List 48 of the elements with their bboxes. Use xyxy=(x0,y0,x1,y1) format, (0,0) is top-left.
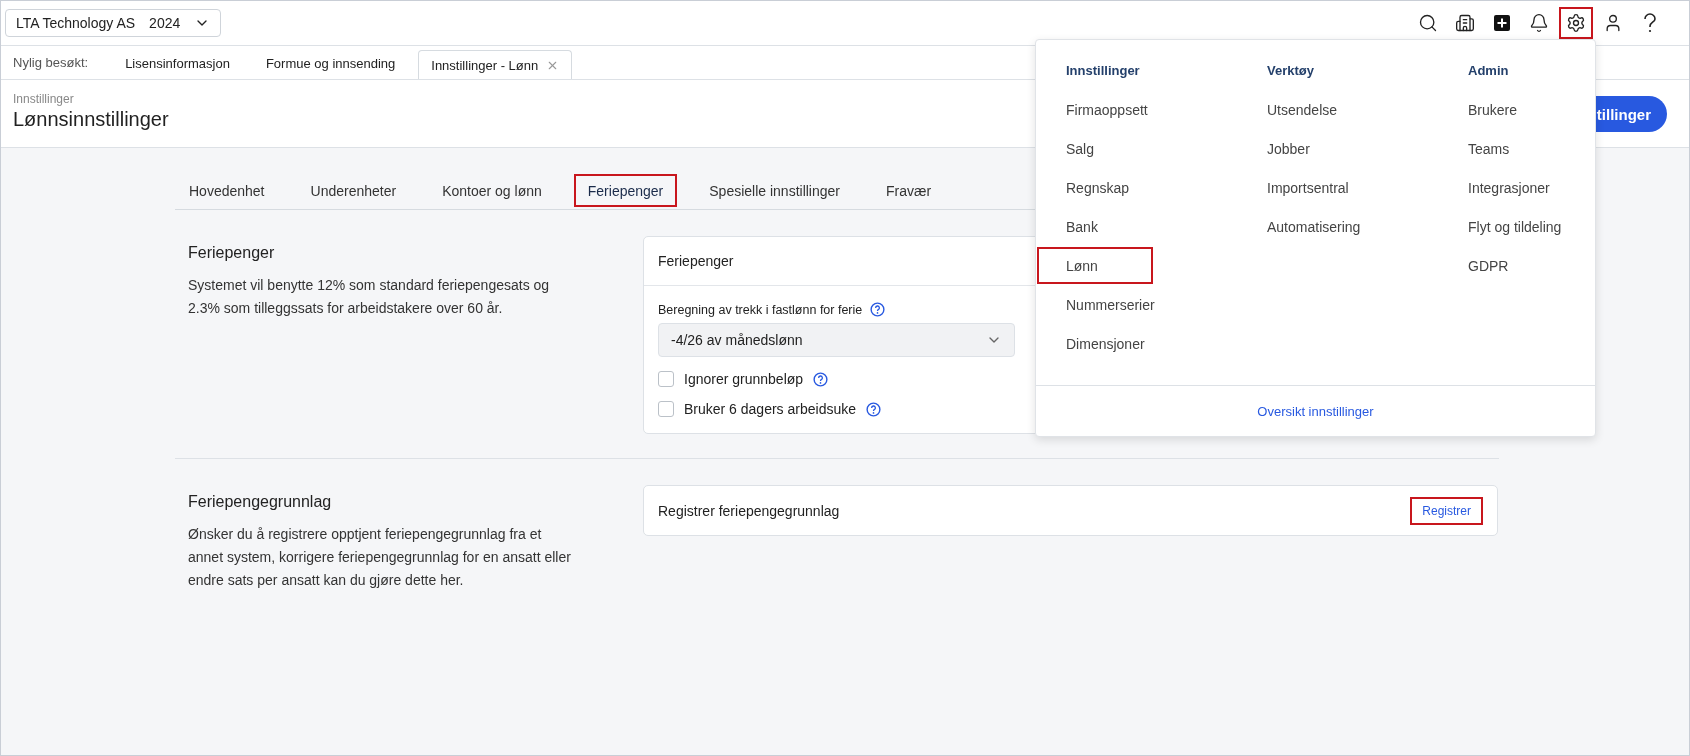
breadcrumb: Innstillinger xyxy=(13,92,75,106)
tab[interactable]: Spesielle innstillinger xyxy=(695,174,854,207)
section-heading: Feriepenger xyxy=(188,244,276,262)
recent-tab[interactable]: Innstillinger - Lønn xyxy=(418,50,573,79)
building-icon xyxy=(1455,13,1475,33)
settings-button[interactable] xyxy=(1559,7,1593,39)
menu-item[interactable]: Nummerserier xyxy=(1037,286,1165,323)
field-label: Beregning av trekk i fastlønn for ferie xyxy=(658,302,863,317)
menu-item[interactable]: Lønn xyxy=(1037,247,1153,284)
menu-item[interactable]: Utsendelse xyxy=(1238,91,1354,128)
bell-icon xyxy=(1529,13,1549,33)
page-title: Lønnsinnstillinger xyxy=(13,108,169,131)
section-description: Systemet vil benytte 12% som standard feriepengesats og 2.3% som tilleggssats for arbeidstakere over 60 år. xyxy=(188,276,551,318)
help-icon[interactable] xyxy=(866,401,881,417)
tab[interactable]: Feriepenger xyxy=(573,174,678,207)
overview-link[interactable]: Oversikt innstillinger xyxy=(1257,403,1374,419)
tab[interactable]: Underenheter xyxy=(296,174,411,207)
settings-icon xyxy=(1566,13,1586,33)
plus-square-icon xyxy=(1493,14,1511,32)
menu-heading: Innstillinger xyxy=(1065,61,1140,80)
menu-item[interactable]: Integrasjoner xyxy=(1439,169,1560,206)
register-button[interactable]: Registrer xyxy=(1410,496,1483,525)
checkbox[interactable] xyxy=(658,371,674,387)
help-icon[interactable] xyxy=(870,302,886,317)
menu-item[interactable]: Firmaoppsett xyxy=(1037,91,1158,128)
tab[interactable]: Hovedenhet xyxy=(175,174,279,207)
menu-item[interactable]: Jobber xyxy=(1238,130,1354,167)
company-selector[interactable]: LTA Technology AS 2024 xyxy=(5,9,222,37)
help-icon[interactable] xyxy=(813,371,829,387)
menu-item[interactable]: Salg xyxy=(1037,130,1153,167)
checkbox-label: Bruker 6 dagers arbeidsuke xyxy=(684,401,856,417)
menu-item[interactable]: Regnskap xyxy=(1037,169,1153,206)
recent-label: Nylig besøkt: xyxy=(13,55,89,70)
tab[interactable]: Fravær xyxy=(872,174,946,207)
menu-heading: Admin xyxy=(1467,61,1509,80)
menu-item[interactable]: Dimensjoner xyxy=(1037,325,1155,362)
checkbox[interactable] xyxy=(658,401,674,417)
menu-heading: Verktøy xyxy=(1266,61,1314,80)
checkbox-label: Ignorer grunnbeløp xyxy=(684,371,804,387)
question-mark-icon xyxy=(1643,13,1657,33)
card-title: Registrer feriepengegrunnlag xyxy=(658,502,840,519)
menu-item[interactable]: Importsentral xyxy=(1238,169,1359,206)
section-description: Ønsker du å registrere opptjent feriepengegrunnlag fra et annet system, korrigere feriepengegrunnlag for en ansatt eller endre sats per ansatt kan du gjøre dette her. xyxy=(188,525,572,590)
tab[interactable]: Kontoer og lønn xyxy=(428,174,556,207)
menu-item[interactable]: Teams xyxy=(1439,130,1555,167)
section-heading: Feriepengegrunnlag xyxy=(188,493,333,511)
calculation-select[interactable]: -4/26 av månedslønn xyxy=(658,323,1015,357)
search-icon xyxy=(1418,13,1438,33)
